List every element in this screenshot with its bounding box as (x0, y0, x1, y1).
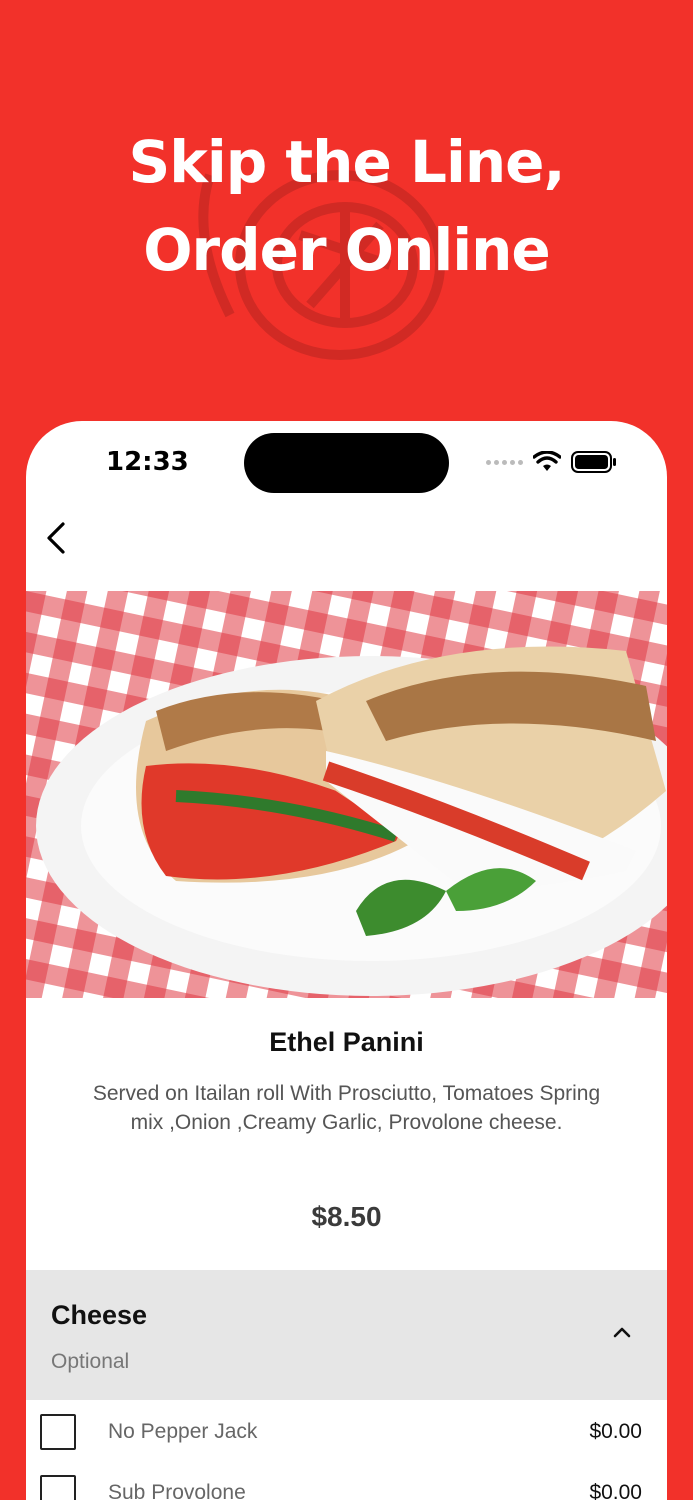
promo-headline: Skip the Line, Order Online (0, 118, 693, 294)
wifi-icon (533, 451, 561, 471)
option-price: $0.00 (589, 1420, 642, 1443)
chevron-left-icon (47, 522, 65, 554)
back-button[interactable] (34, 516, 78, 560)
promo-headline-line2: Order Online (143, 216, 551, 284)
option-row[interactable]: Sub Provolone $0.00 (26, 1463, 667, 1500)
option-label: Sub Provolone (108, 1481, 246, 1500)
option-label: No Pepper Jack (108, 1420, 258, 1443)
option-row[interactable]: No Pepper Jack $0.00 (26, 1402, 667, 1462)
dynamic-island (244, 433, 449, 493)
product-title: Ethel Panini (269, 1027, 424, 1057)
chevron-up-icon (613, 1327, 631, 1338)
status-time: 12:33 (106, 447, 189, 477)
promo-headline-line1: Skip the Line, (128, 128, 566, 196)
battery-icon (571, 451, 616, 473)
status-icons (486, 451, 617, 473)
option-price: $0.00 (589, 1481, 642, 1500)
product-image (26, 591, 667, 998)
modifier-group-title: Cheese (51, 1300, 148, 1330)
option-checkbox[interactable] (40, 1414, 76, 1450)
product-description: Served on Itailan roll With Prosciutto, … (92, 1082, 601, 1134)
option-checkbox[interactable] (40, 1475, 76, 1500)
modifier-group-subtitle: Optional (51, 1350, 130, 1373)
status-bar: 12:33 (26, 421, 667, 501)
signal-icon (486, 459, 523, 465)
phone-screen: 12:33 Ethel Panini Served on Itailan rol… (26, 421, 667, 1500)
modifier-group-header[interactable]: Cheese Optional (26, 1270, 667, 1400)
product-price: $8.50 (311, 1201, 382, 1232)
